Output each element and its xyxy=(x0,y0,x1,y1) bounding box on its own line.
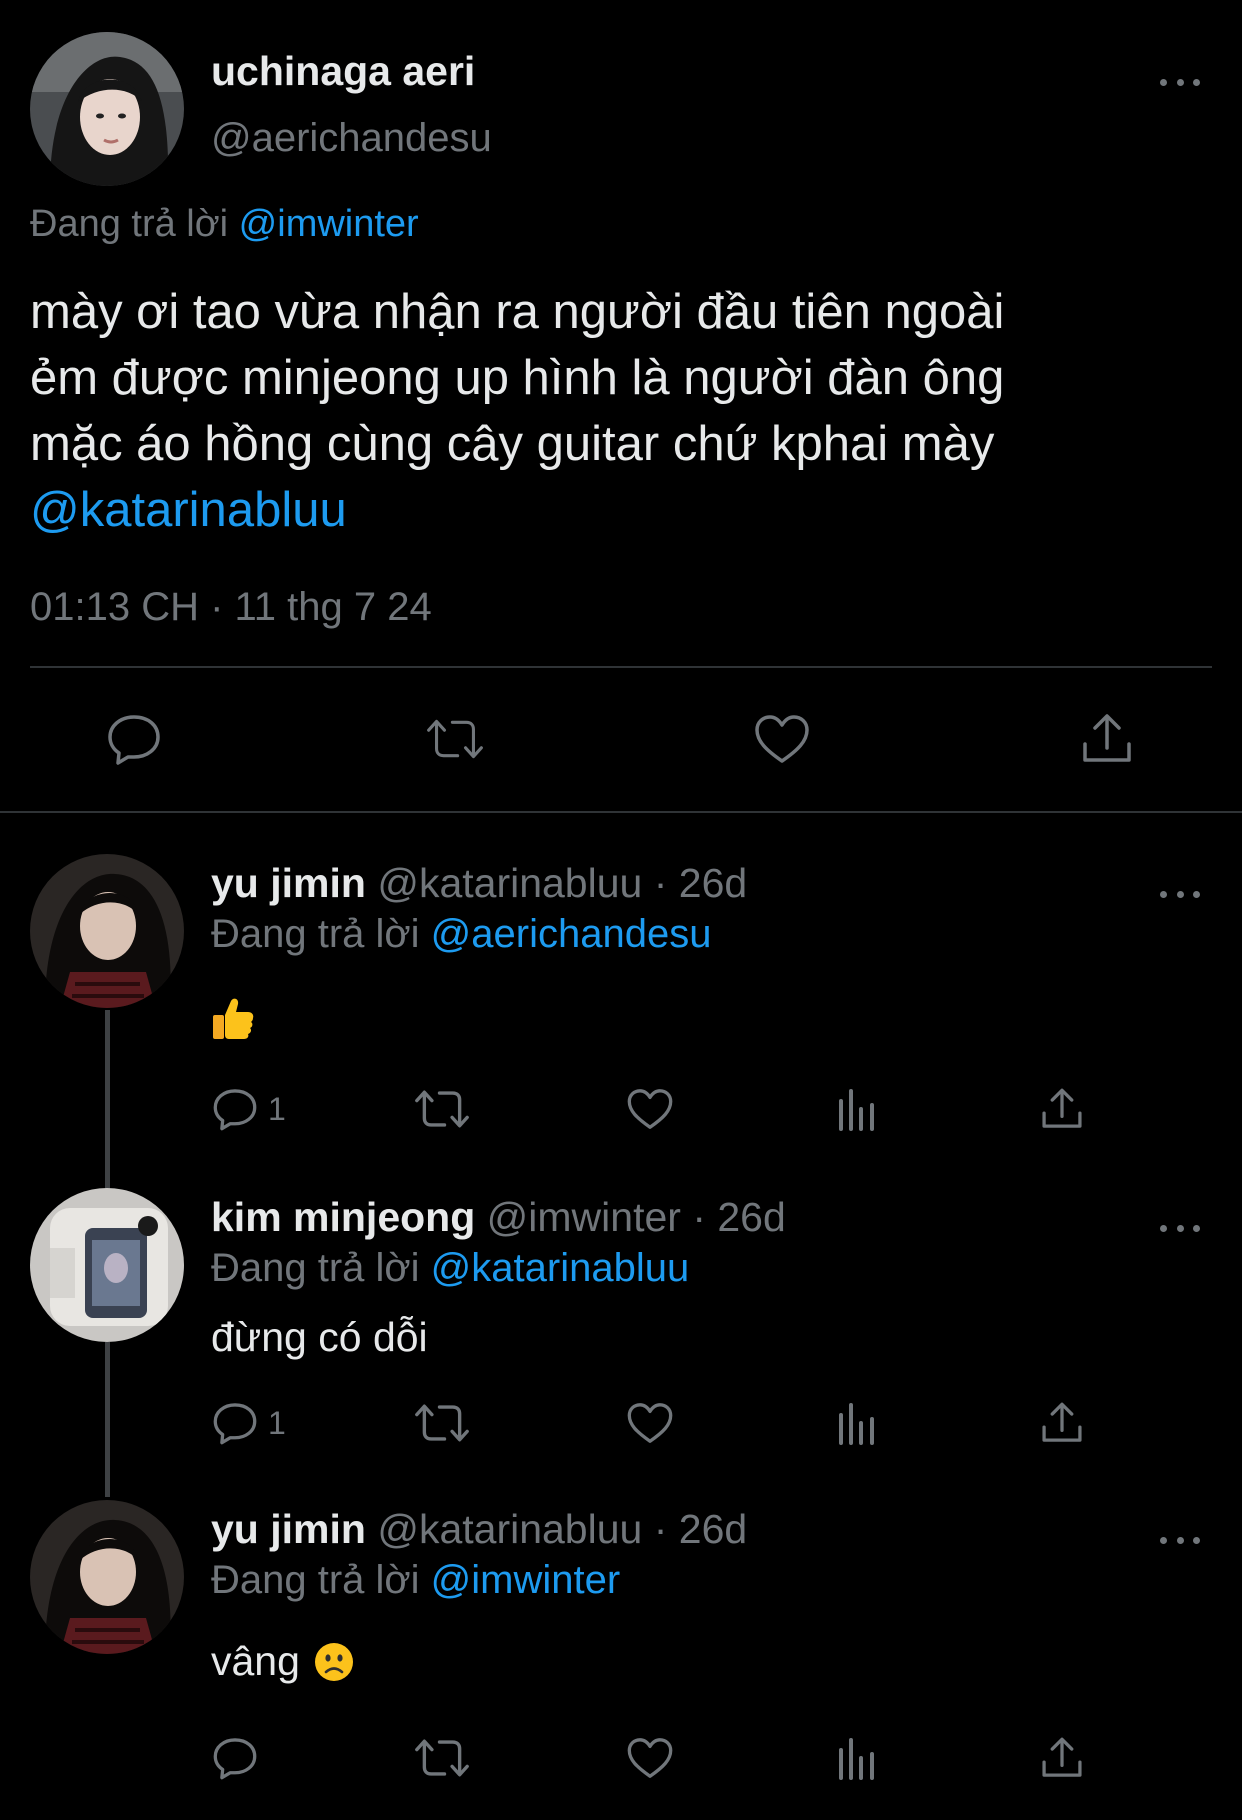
tweet-text-line: ẻm được minjeong up hình là người đàn ôn… xyxy=(30,351,1005,405)
analytics-button[interactable] xyxy=(836,1084,878,1134)
retweet-icon xyxy=(415,1739,469,1777)
frowning-face-emoji xyxy=(314,1642,353,1681)
handle-and-time[interactable]: @imwinter · 26d xyxy=(487,1194,786,1240)
replying-to: Đang trả lời @imwinter xyxy=(211,1558,620,1603)
retweet-button[interactable] xyxy=(414,1398,470,1448)
retweet-icon xyxy=(427,719,483,759)
tweet-text: mày ơi tao vừa nhận ra người đầu tiên ng… xyxy=(30,279,1220,543)
more-options-icon[interactable] xyxy=(1160,882,1200,906)
reply-actions: 1 xyxy=(0,1084,1242,1134)
like-icon xyxy=(627,1738,673,1778)
reply-button[interactable]: 1 xyxy=(212,1084,286,1134)
replying-to-label: Đang trả lời xyxy=(211,912,420,956)
share-icon xyxy=(1042,1737,1082,1777)
retweet-icon xyxy=(415,1090,469,1128)
display-name[interactable]: yu jimin xyxy=(211,860,366,906)
share-button[interactable] xyxy=(1040,1398,1084,1448)
reply-icon xyxy=(108,715,160,765)
display-name[interactable]: kim minjeong xyxy=(211,1194,475,1240)
tweet-text-line: mặc áo hồng cùng cây guitar chứ kphai mà… xyxy=(30,417,995,471)
retweet-button[interactable] xyxy=(426,712,484,766)
reply-header: yu jimin @katarinabluu · 26d xyxy=(211,860,747,907)
replying-to: Đang trả lời @imwinter xyxy=(30,203,419,246)
tweet-timestamp[interactable]: 01:13 CH · 11 thg 7 24 xyxy=(30,585,432,630)
replying-to-label: Đang trả lời xyxy=(211,1558,420,1602)
reply-text: đừng có dỗi xyxy=(211,1314,428,1360)
like-icon xyxy=(627,1403,673,1443)
like-icon xyxy=(627,1089,673,1129)
divider xyxy=(0,811,1242,813)
handle-and-time[interactable]: @katarinabluu · 26d xyxy=(377,860,747,906)
reply-actions xyxy=(0,1733,1242,1783)
share-icon xyxy=(1042,1402,1082,1442)
retweet-icon xyxy=(415,1404,469,1442)
tweet-mention[interactable]: @katarinabluu xyxy=(30,477,1220,543)
reply-icon xyxy=(213,1738,257,1780)
display-name[interactable]: yu jimin xyxy=(211,1506,366,1552)
avatar[interactable] xyxy=(30,854,184,1008)
replying-to-label: Đang trả lời xyxy=(211,1246,420,1290)
replying-to: Đang trả lời @aerichandesu xyxy=(211,912,711,957)
tweet-text-line: mày ơi tao vừa nhận ra người đầu tiên ng… xyxy=(30,285,1005,339)
share-icon xyxy=(1042,1088,1082,1128)
analytics-icon xyxy=(839,1089,874,1131)
retweet-button[interactable] xyxy=(414,1733,470,1783)
thumbs-up-emoji xyxy=(213,998,254,1040)
like-button[interactable] xyxy=(626,1084,674,1134)
analytics-icon xyxy=(839,1738,874,1780)
replying-to-label: Đang trả lời xyxy=(30,203,229,245)
share-button[interactable] xyxy=(1078,712,1136,766)
tweet-detail-page: uchinaga aeri @aerichandesu Đang trả lời… xyxy=(0,0,1242,1820)
like-icon xyxy=(755,715,809,763)
avatar[interactable] xyxy=(30,1188,184,1342)
like-button[interactable] xyxy=(626,1398,674,1448)
like-button[interactable] xyxy=(753,712,811,766)
retweet-button[interactable] xyxy=(414,1084,470,1134)
share-icon xyxy=(1083,714,1131,762)
reply-text-row: vâng xyxy=(211,1638,354,1685)
reply-button[interactable]: 1 xyxy=(212,1398,286,1448)
share-button[interactable] xyxy=(1040,1084,1084,1134)
avatar[interactable] xyxy=(30,1500,184,1654)
like-button[interactable] xyxy=(626,1733,674,1783)
reply-icon xyxy=(213,1089,257,1131)
divider xyxy=(30,666,1212,668)
reply-header: yu jimin @katarinabluu · 26d xyxy=(211,1506,747,1553)
avatar[interactable] xyxy=(30,32,184,186)
more-options-icon[interactable] xyxy=(1160,1528,1200,1552)
reply-actions: 1 xyxy=(0,1398,1242,1448)
user-handle[interactable]: @aerichandesu xyxy=(211,116,492,161)
reply-header: kim minjeong @imwinter · 26d xyxy=(211,1194,786,1241)
display-name[interactable]: uchinaga aeri xyxy=(211,48,475,95)
replying-to: Đang trả lời @katarinabluu xyxy=(211,1246,689,1291)
analytics-button[interactable] xyxy=(836,1398,878,1448)
share-button[interactable] xyxy=(1040,1733,1084,1783)
reply-button[interactable] xyxy=(105,712,163,766)
reply-icon xyxy=(213,1403,257,1445)
reply-text xyxy=(211,992,255,1041)
more-options-icon[interactable] xyxy=(1160,1216,1200,1240)
reply-text: vâng xyxy=(211,1638,300,1684)
reply-count: 1 xyxy=(268,1404,286,1441)
handle-and-time[interactable]: @katarinabluu · 26d xyxy=(377,1506,747,1552)
more-options-icon[interactable] xyxy=(1160,70,1200,94)
analytics-button[interactable] xyxy=(836,1733,878,1783)
replying-to-mention[interactable]: @imwinter xyxy=(431,1558,621,1602)
analytics-icon xyxy=(839,1403,874,1445)
reply-button[interactable] xyxy=(212,1733,268,1783)
replying-to-mention[interactable]: @imwinter xyxy=(239,203,419,245)
reply-count: 1 xyxy=(268,1090,286,1127)
replying-to-mention[interactable]: @aerichandesu xyxy=(431,912,712,956)
replying-to-mention[interactable]: @katarinabluu xyxy=(431,1246,690,1290)
